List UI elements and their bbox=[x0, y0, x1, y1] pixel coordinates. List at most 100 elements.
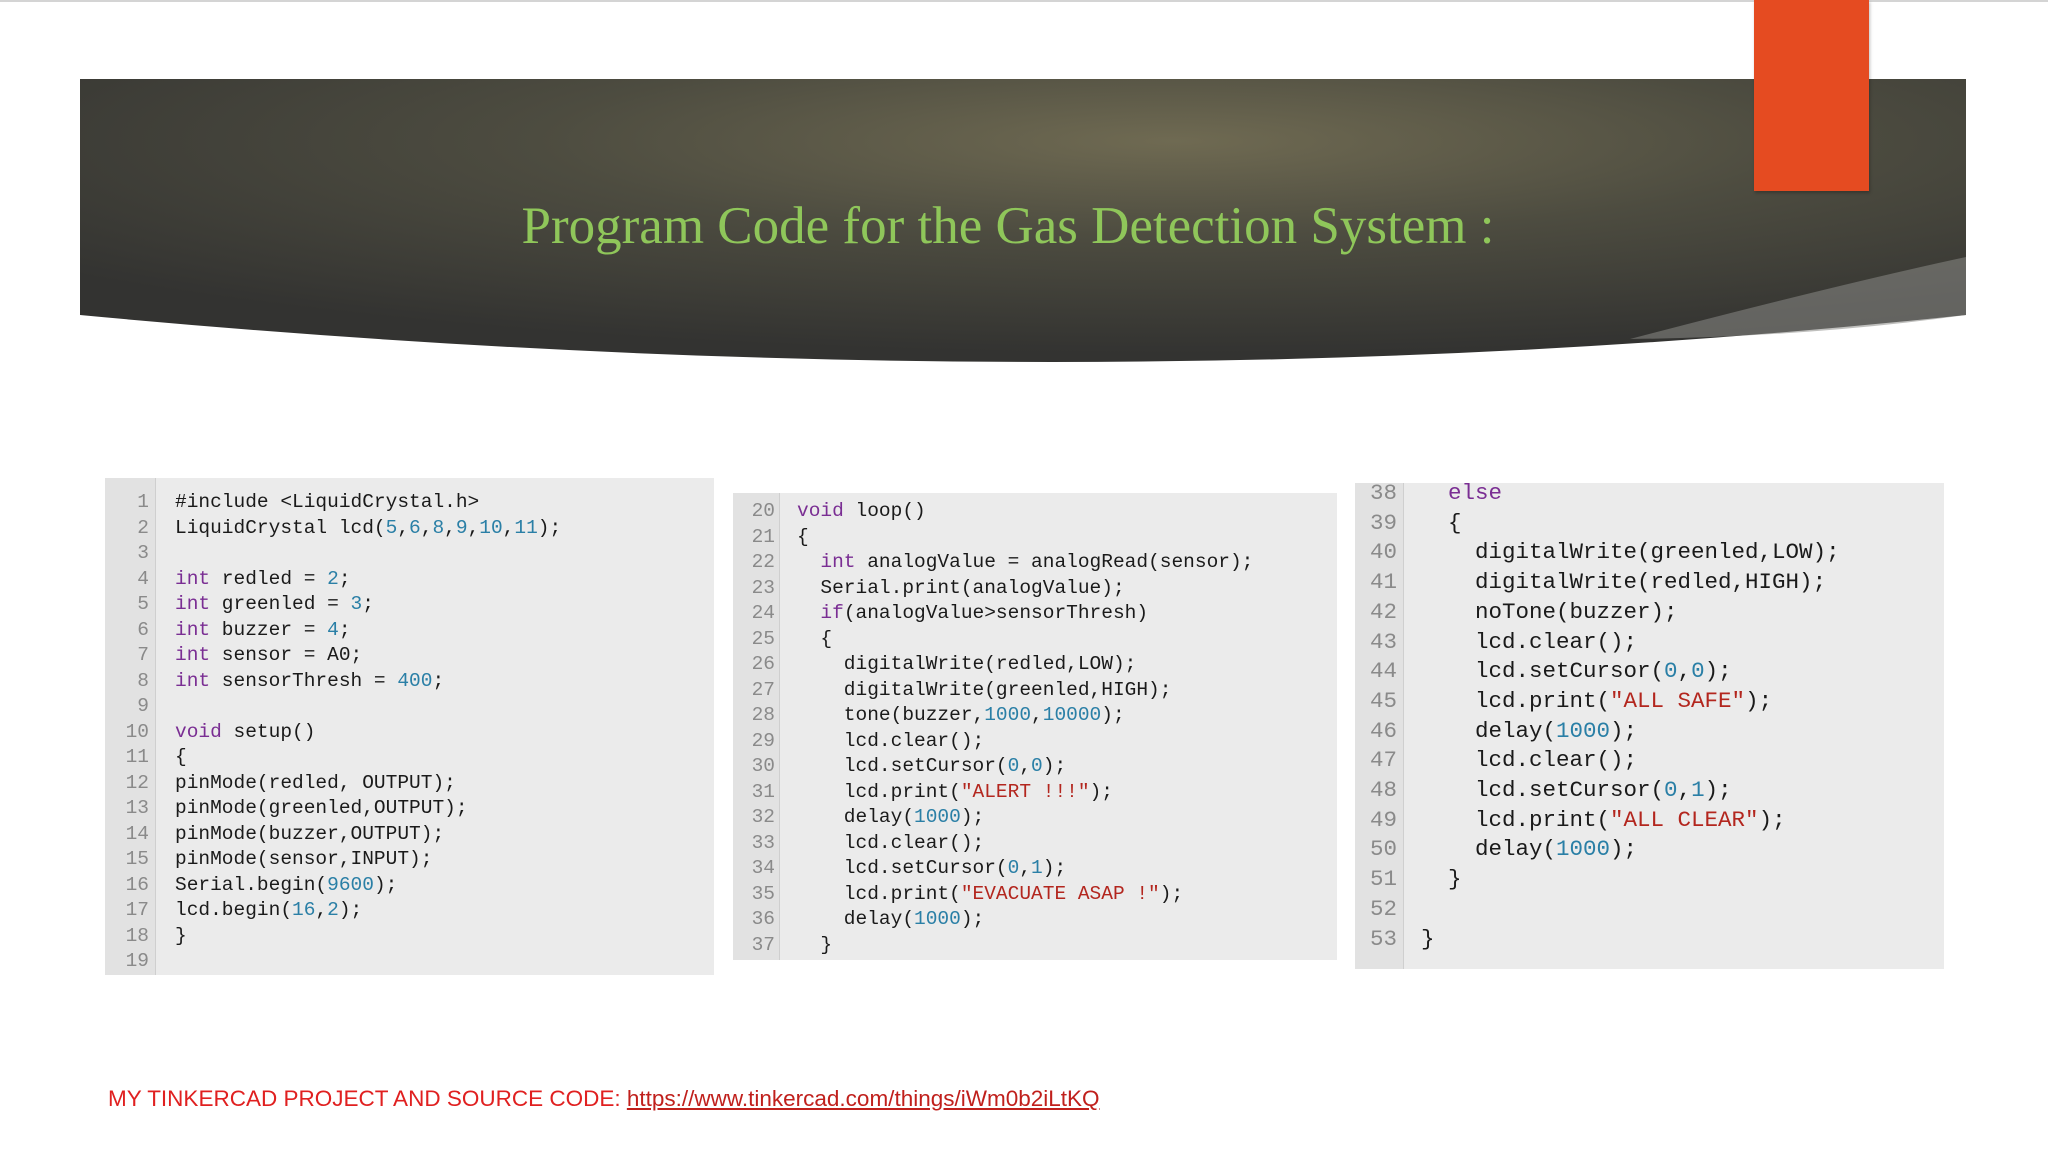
code-token: 16 bbox=[292, 899, 316, 921]
code-token: } bbox=[797, 933, 833, 956]
code-token: , bbox=[1677, 658, 1692, 685]
code-line: 37 } bbox=[733, 933, 1337, 959]
top-border-line bbox=[0, 0, 2048, 2]
code-token: 9 bbox=[455, 516, 468, 539]
code-token: 1000 bbox=[914, 806, 961, 828]
code-line: 13 pinMode(greenled,OUTPUT); bbox=[105, 796, 714, 822]
line-number: 2 bbox=[137, 516, 149, 539]
code-text: delay(1000); bbox=[1421, 717, 1637, 747]
line-number: 48 bbox=[1369, 777, 1397, 803]
line-number: 8 bbox=[137, 669, 149, 692]
line-number: 42 bbox=[1369, 598, 1397, 625]
code-token: int bbox=[175, 618, 211, 641]
code-text: lcd.setCursor(0,1); bbox=[1421, 776, 1732, 806]
line-number: 28 bbox=[751, 704, 775, 726]
code-line: 36 delay(1000); bbox=[733, 907, 1337, 933]
code-line: 43 lcd.clear(); bbox=[1355, 628, 1944, 658]
code-line: 38 else bbox=[1355, 483, 1944, 509]
line-number: 49 bbox=[1369, 806, 1397, 833]
code-token: , bbox=[1031, 704, 1043, 726]
code-token: digitalWrite(greenled,HIGH); bbox=[797, 678, 1172, 701]
tinkercad-link[interactable]: https://www.tinkercad.com/things/iWm0b2i… bbox=[627, 1086, 1100, 1111]
code-token: ); bbox=[1101, 704, 1125, 726]
code-token: "ALERT !!!" bbox=[960, 780, 1090, 803]
code-token: ; bbox=[338, 567, 351, 590]
code-line: 33 lcd.clear(); bbox=[733, 831, 1337, 857]
line-number: 31 bbox=[751, 780, 775, 803]
code-line: 45 lcd.print("ALL SAFE"); bbox=[1355, 687, 1944, 717]
code-text: { bbox=[797, 627, 832, 653]
code-token: else bbox=[1448, 483, 1503, 506]
code-token: ); bbox=[1042, 755, 1067, 777]
code-token: ); bbox=[1745, 687, 1773, 714]
line-number: 3 bbox=[137, 542, 149, 564]
code-token: pinMode(buzzer,OUTPUT); bbox=[175, 822, 445, 845]
code-line: 28 tone(buzzer,1000,10000); bbox=[733, 703, 1337, 729]
line-number: 39 bbox=[1369, 509, 1397, 536]
code-text: lcd.setCursor(0,1); bbox=[797, 856, 1066, 882]
code-line: 17 lcd.begin(16,2); bbox=[105, 898, 714, 924]
code-token: ); bbox=[960, 806, 985, 828]
code-token: lcd.clear(); bbox=[797, 729, 985, 752]
code-token: } bbox=[175, 924, 187, 947]
line-number: 51 bbox=[1369, 866, 1397, 893]
line-number: 5 bbox=[137, 593, 149, 615]
code-token: 0 bbox=[1031, 755, 1043, 777]
code-panel-setup: 1 #include <LiquidCrystal.h> 2 LiquidCrysta… bbox=[105, 478, 714, 975]
code-line: 51 } bbox=[1355, 865, 1944, 895]
code-token: 4 bbox=[327, 618, 339, 641]
line-number: 33 bbox=[751, 831, 775, 854]
line-number: 40 bbox=[1369, 539, 1397, 566]
code-line: 1 #include <LiquidCrystal.h> bbox=[105, 490, 714, 516]
code-line: 39 { bbox=[1355, 509, 1944, 539]
code-token: 10000 bbox=[1042, 704, 1102, 726]
code-line: 41 digitalWrite(redled,HIGH); bbox=[1355, 568, 1944, 598]
code-token: Serial.begin( bbox=[175, 873, 328, 896]
code-token: 1000 bbox=[1556, 717, 1611, 744]
code-token: 0 bbox=[1664, 777, 1678, 803]
code-text: #include <LiquidCrystal.h> bbox=[175, 490, 479, 516]
code-token: , bbox=[444, 516, 456, 539]
code-line: 9 bbox=[105, 694, 714, 720]
code-token: setup() bbox=[221, 720, 316, 743]
code-line: 21 { bbox=[733, 525, 1337, 551]
code-line: 12 pinMode(redled, OUTPUT); bbox=[105, 771, 714, 797]
line-number: 34 bbox=[751, 857, 775, 879]
code-token: 1 bbox=[1031, 857, 1043, 879]
code-token: greenled = bbox=[210, 593, 351, 615]
code-token: noTone(buzzer); bbox=[1421, 598, 1678, 625]
code-token: analogValue = analogRead(sensor); bbox=[855, 551, 1254, 573]
code-token: 1000 bbox=[914, 908, 961, 930]
code-text: digitalWrite(greenled,LOW); bbox=[1421, 538, 1840, 568]
code-token: ); bbox=[1089, 780, 1113, 803]
code-line: 52 bbox=[1355, 895, 1944, 925]
code-line: 6 int buzzer = 4; bbox=[105, 618, 714, 644]
code-line: 19 bbox=[105, 949, 714, 975]
line-number: 6 bbox=[137, 618, 149, 641]
code-text: } bbox=[797, 933, 832, 959]
code-token: { bbox=[175, 746, 187, 768]
code-token: lcd.setCursor( bbox=[1421, 658, 1665, 685]
code-token: ); bbox=[537, 516, 562, 539]
code-text: lcd.print("EVACUATE ASAP !"); bbox=[797, 882, 1183, 908]
code-token: digitalWrite(greenled,LOW); bbox=[1421, 539, 1840, 566]
code-panel-loop: 20 void loop() 21 {22 int analogValue = ana… bbox=[733, 493, 1337, 960]
code-text: lcd.begin(16,2); bbox=[175, 898, 362, 924]
line-number: 23 bbox=[751, 576, 775, 599]
code-token: lcd.setCursor( bbox=[797, 755, 1008, 777]
code-text: int analogValue = analogRead(sensor); bbox=[797, 550, 1253, 576]
orange-accent-tab bbox=[1754, 0, 1869, 191]
code-line: 29 lcd.clear(); bbox=[733, 729, 1337, 755]
code-token: lcd.clear(); bbox=[1421, 747, 1638, 774]
code-text: lcd.clear(); bbox=[1421, 746, 1637, 776]
code-token: "ALL CLEAR" bbox=[1610, 806, 1759, 833]
code-token: ); bbox=[1758, 806, 1786, 833]
code-text: int greenled = 3; bbox=[175, 592, 374, 618]
code-line: 3 bbox=[105, 541, 714, 567]
code-token: lcd.begin( bbox=[175, 899, 293, 921]
code-line: 7 int sensor = A0; bbox=[105, 643, 714, 669]
code-token: ; bbox=[362, 593, 374, 615]
code-line: 53} bbox=[1355, 925, 1944, 955]
code-token: 10 bbox=[479, 516, 503, 539]
